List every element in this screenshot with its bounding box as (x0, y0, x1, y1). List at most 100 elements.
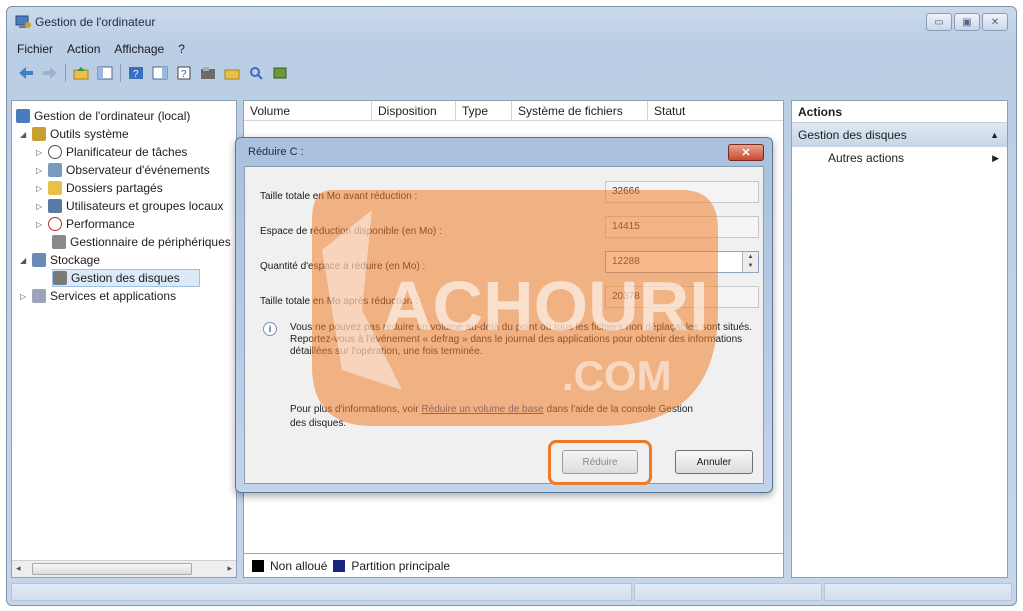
scroll-left-icon[interactable]: ◂ (16, 563, 21, 574)
toolbar: ? ? (11, 61, 1012, 85)
legend-primary: Partition principale (351, 558, 451, 573)
expand-arrow-icon[interactable]: ◢ (20, 256, 28, 265)
svg-text:?: ? (181, 69, 187, 80)
tree-item-task-scheduler[interactable]: ▷ Planificateur de tâches (36, 143, 236, 161)
tree-item-system-tools[interactable]: ◢ Outils système (20, 125, 236, 143)
tree-item-event-viewer[interactable]: ▷ Observateur d'événements (36, 161, 236, 179)
status-panel (11, 583, 633, 601)
status-panel (824, 583, 1012, 601)
show-hide-console-tree-icon[interactable] (96, 64, 114, 82)
storage-icon (32, 253, 46, 267)
tree-item-label: Services et applications (50, 289, 177, 303)
close-button[interactable]: ✕ (982, 13, 1008, 31)
tree-item-local-users[interactable]: ▷ Utilisateurs et groupes locaux (36, 197, 236, 215)
tree-item-device-manager[interactable]: Gestionnaire de périphériques (52, 233, 236, 251)
primary-partition-swatch (333, 559, 346, 572)
expand-arrow-icon[interactable]: ◢ (20, 130, 28, 139)
actions-pane: Actions Gestion des disques ▲ Autres act… (791, 100, 1008, 578)
open-folder-icon[interactable] (223, 64, 241, 82)
scroll-right-icon[interactable]: ▸ (227, 563, 232, 574)
col-disposition[interactable]: Disposition (372, 101, 456, 121)
shrink-amount-value[interactable]: 12288 (612, 256, 640, 267)
forward-arrow-icon[interactable] (41, 64, 59, 82)
value-total-before: 32666 (605, 181, 759, 203)
tree-item-shared-folders[interactable]: ▷ Dossiers partagés (36, 179, 236, 197)
dialog-close-button[interactable]: ✕ (728, 144, 764, 161)
computer-management-icon (16, 109, 30, 123)
col-file-system[interactable]: Système de fichiers (512, 101, 648, 121)
toolbar-separator (120, 64, 121, 82)
menu-fichier[interactable]: Fichier (17, 39, 53, 59)
menu-affichage[interactable]: Affichage (114, 39, 164, 59)
expand-arrow-icon[interactable]: ▷ (36, 148, 44, 157)
disk-management-icon (53, 271, 67, 285)
menu-action[interactable]: Action (67, 39, 100, 59)
label-total-before: Taille totale en Mo avant réduction : (260, 191, 418, 202)
volume-table-header: Volume Disposition Type Système de fichi… (244, 101, 783, 121)
tree-item-storage[interactable]: ◢ Stockage (20, 251, 236, 269)
tree-item-label: Planificateur de tâches (66, 145, 188, 159)
expand-arrow-icon[interactable]: ▷ (20, 292, 28, 301)
title-bar: Gestion de l'ordinateur ▭ ▣ ✕ (7, 7, 1016, 35)
scroll-thumb[interactable] (32, 563, 192, 575)
expand-arrow-icon[interactable]: ▷ (36, 184, 44, 193)
performance-icon (48, 217, 62, 231)
menu-bar: Fichier Action Affichage ? (11, 39, 1012, 59)
tree-item-services-apps[interactable]: ▷ Services et applications (20, 287, 236, 305)
expand-arrow-icon[interactable]: ▷ (36, 220, 44, 229)
spin-up-icon[interactable]: ▲ (748, 253, 754, 262)
disk-tool-icon[interactable] (271, 64, 289, 82)
window-controls: ▭ ▣ ✕ (926, 13, 1008, 31)
action-more-actions[interactable]: Autres actions ▶ (792, 147, 1007, 169)
spin-down-icon[interactable]: ▼ (748, 262, 754, 271)
reduce-button[interactable]: Réduire (562, 450, 638, 474)
actions-section-label: Gestion des disques (798, 128, 907, 142)
show-action-pane-icon[interactable] (151, 64, 169, 82)
unallocated-swatch (252, 559, 264, 572)
dialog-title: Réduire C : (248, 146, 304, 158)
col-status[interactable]: Statut (648, 101, 783, 121)
info-icon: i (263, 322, 277, 336)
label-available-space: Espace de réduction disponible (en Mo) : (260, 226, 442, 237)
status-bar (11, 583, 1012, 601)
expand-arrow-icon[interactable]: ▷ (36, 202, 44, 211)
help-icon[interactable]: ? (127, 64, 145, 82)
value-total-after: 20378 (605, 286, 759, 308)
users-icon (48, 199, 62, 213)
tree-item-label: Observateur d'événements (66, 163, 210, 177)
menu-help[interactable]: ? (178, 39, 185, 59)
window-title: Gestion de l'ordinateur (35, 15, 156, 29)
tree-item-root[interactable]: Gestion de l'ordinateur (local) (16, 107, 236, 125)
shrink-amount-stepper[interactable]: 12288 ▲ ▼ (605, 251, 759, 273)
console-tree-pane: Gestion de l'ordinateur (local) ◢ Outils… (11, 100, 237, 578)
expand-arrow-icon[interactable]: ▷ (36, 166, 44, 175)
help-topics-icon[interactable]: ? (175, 64, 193, 82)
action-label: Autres actions (828, 151, 905, 165)
tree-item-label: Performance (66, 217, 135, 231)
col-type[interactable]: Type (456, 101, 512, 121)
help-link-shrink-volume[interactable]: Réduire un volume de base (421, 404, 543, 415)
cancel-button[interactable]: Annuler (675, 450, 753, 474)
label-total-after: Taille totale en Mo après réduction : (260, 296, 418, 307)
info-message: Vous ne pouvez pas réduire un volume au-… (290, 322, 752, 357)
legend-unallocated: Non alloué (270, 558, 328, 573)
up-folder-icon[interactable] (72, 64, 90, 82)
col-volume[interactable]: Volume (244, 101, 372, 121)
spin-buttons[interactable]: ▲ ▼ (742, 252, 758, 272)
collapse-arrow-icon[interactable]: ▲ (990, 123, 999, 147)
tree-item-performance[interactable]: ▷ Performance (36, 215, 236, 233)
tree-item-label: Dossiers partagés (66, 181, 163, 195)
properties-icon[interactable] (199, 64, 217, 82)
tree-item-disk-management[interactable]: Gestion des disques (52, 269, 200, 287)
submenu-arrow-icon: ▶ (992, 153, 999, 163)
horizontal-scrollbar[interactable]: ◂ ▸ (12, 560, 236, 577)
minimize-button[interactable]: ▭ (926, 13, 952, 31)
status-panel (634, 583, 823, 601)
clock-icon (48, 145, 62, 159)
maximize-button[interactable]: ▣ (954, 13, 980, 31)
actions-section-disk-management[interactable]: Gestion des disques ▲ (792, 123, 1007, 147)
back-arrow-icon[interactable] (17, 64, 35, 82)
actions-header: Actions (792, 101, 1007, 123)
search-disk-icon[interactable] (247, 64, 265, 82)
tree-item-label: Gestion de l'ordinateur (local) (34, 109, 191, 123)
